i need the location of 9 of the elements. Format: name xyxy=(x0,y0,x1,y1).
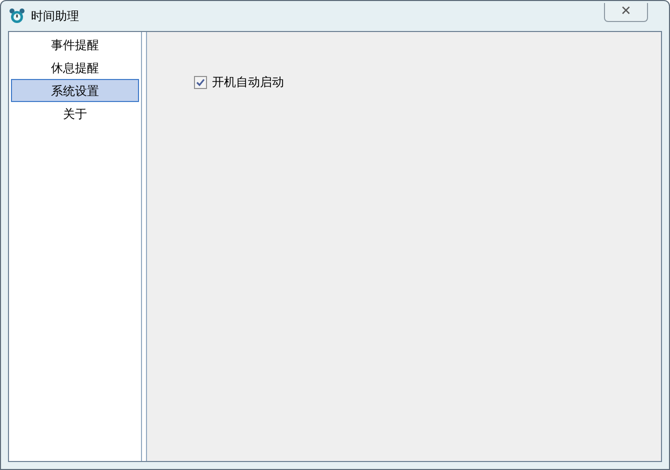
sidebar-item[interactable]: 休息提醒 xyxy=(11,56,139,79)
sidebar-item[interactable]: 系统设置 xyxy=(11,79,139,102)
window-title: 时间助理 xyxy=(31,8,79,25)
app-icon xyxy=(9,8,25,24)
close-button[interactable]: ✕ xyxy=(604,2,648,22)
sidebar-item[interactable]: 事件提醒 xyxy=(11,33,139,56)
sidebar-item[interactable]: 关于 xyxy=(11,102,139,125)
checkbox-label: 开机自动启动 xyxy=(212,74,284,91)
checkbox[interactable] xyxy=(194,76,207,88)
